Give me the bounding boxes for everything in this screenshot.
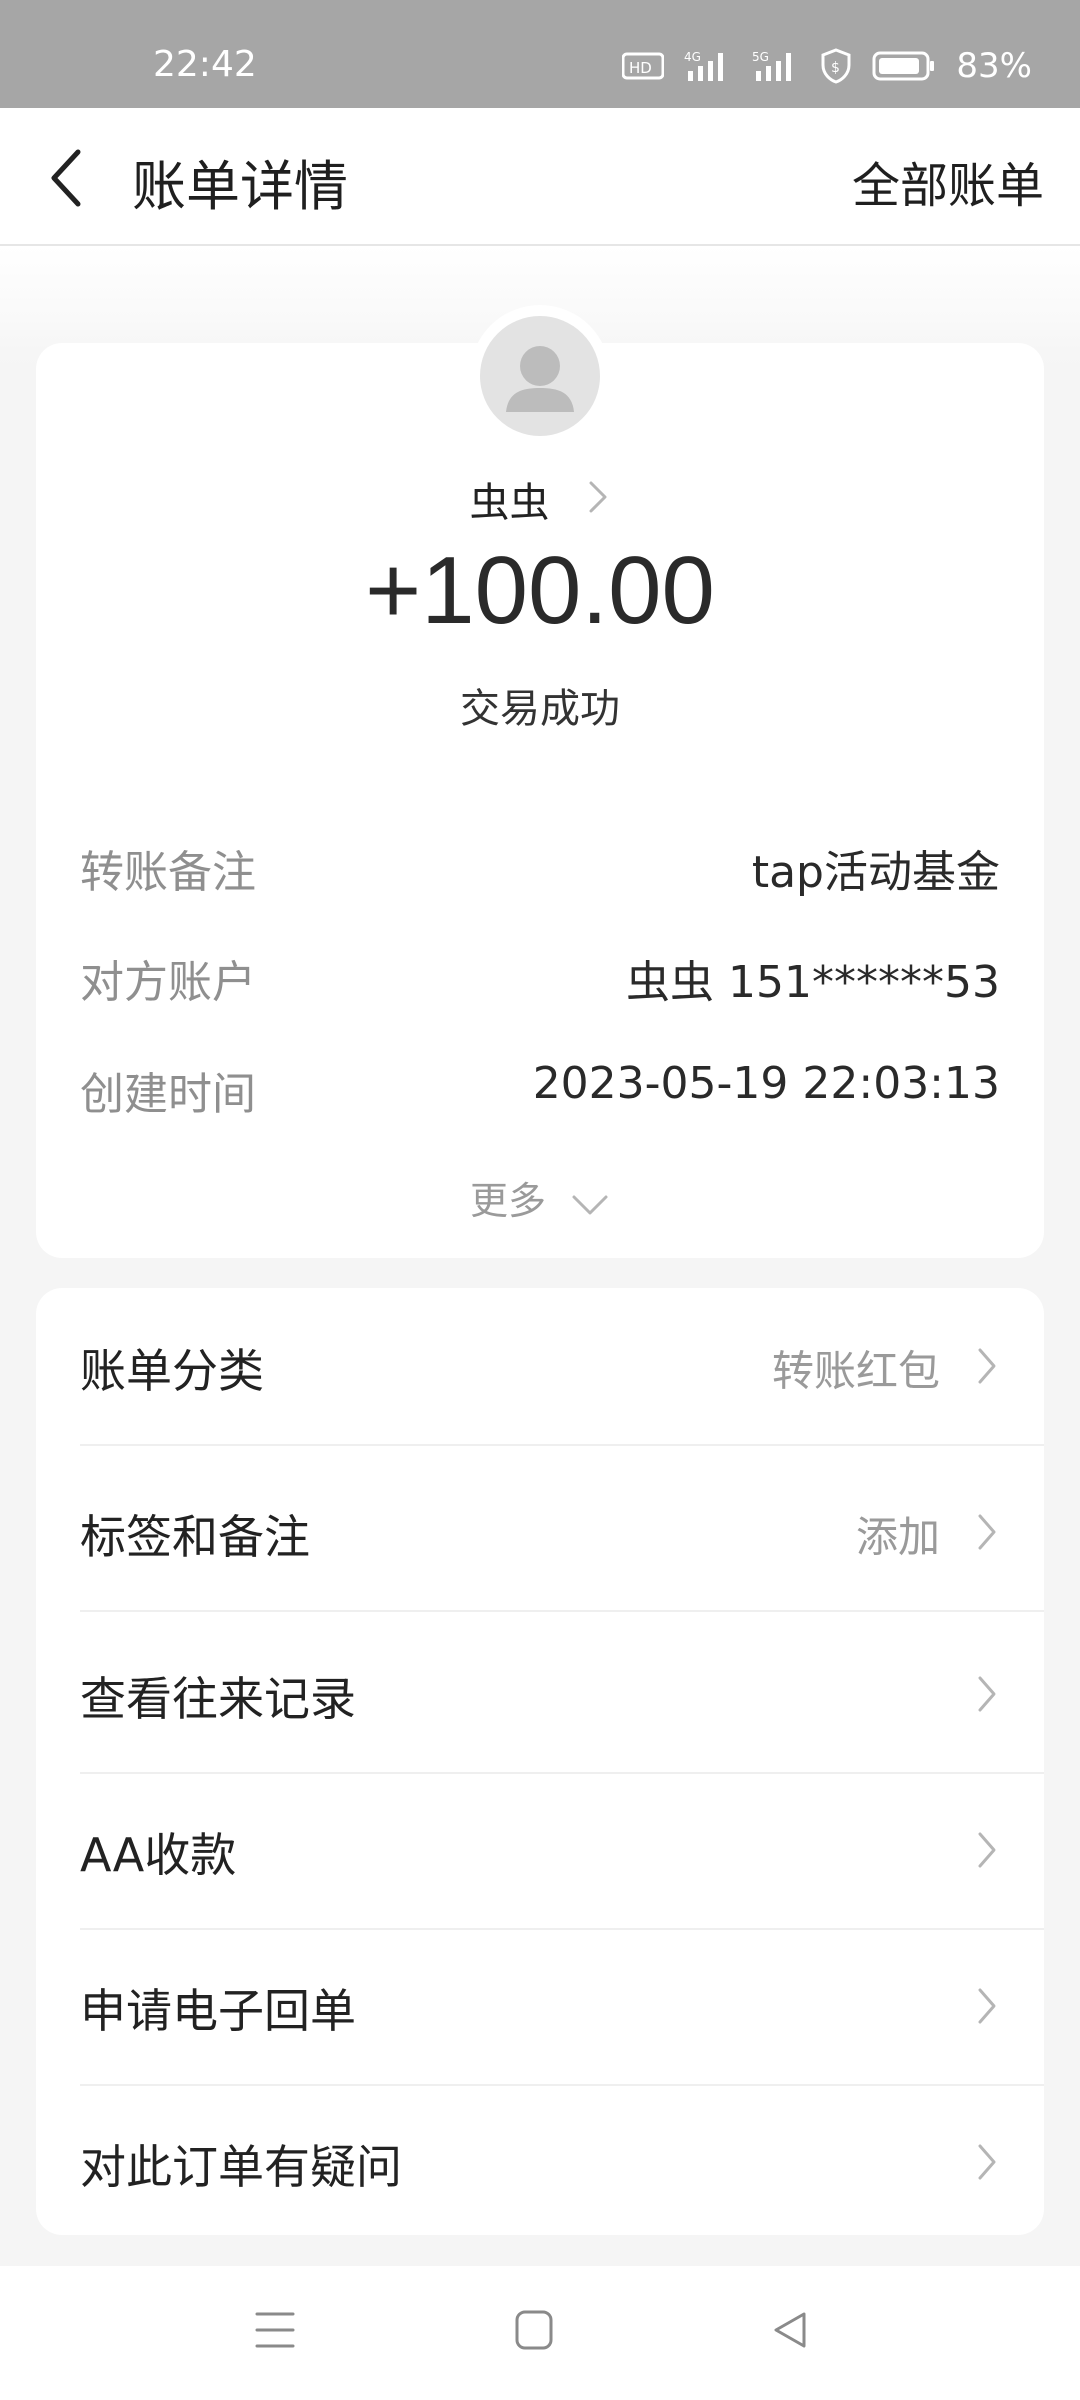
chevron-right-icon xyxy=(974,1672,1000,1720)
battery-percent: 83% xyxy=(956,46,1032,86)
detail-label: 转账备注 xyxy=(80,847,256,898)
detail-value: 虫虫 151******53 xyxy=(626,957,1000,1008)
divider xyxy=(80,1444,1044,1446)
detail-row-created-time: 创建时间 2023-05-19 22:03:13 xyxy=(80,1058,1000,1120)
menu-item-label: AA收款 xyxy=(80,1828,237,1882)
shield-icon: $ xyxy=(820,48,852,84)
status-time: 22:42 xyxy=(153,44,257,85)
menu-item-e-receipt[interactable]: 申请电子回单 xyxy=(36,1930,1044,2086)
divider xyxy=(80,1610,1044,1612)
menu-item-value: 添加 xyxy=(855,1512,940,1562)
detail-row-remark: 转账备注 tap活动基金 xyxy=(80,836,1000,898)
svg-text:5G: 5G xyxy=(752,50,769,64)
menu-item-label: 查看往来记录 xyxy=(80,1672,356,1726)
chevron-right-icon xyxy=(974,2140,1000,2188)
more-button[interactable]: 更多 xyxy=(0,1170,1080,1226)
avatar[interactable] xyxy=(480,316,600,436)
detail-row-account: 对方账户 虫虫 151******53 xyxy=(80,946,1000,1008)
home-icon[interactable] xyxy=(514,2308,554,2356)
all-bills-link[interactable]: 全部账单 xyxy=(852,146,1044,216)
menu-item-value: 转账红包 xyxy=(771,1346,940,1396)
menu-item-label: 账单分类 xyxy=(80,1344,264,1398)
more-label: 更多 xyxy=(469,1179,546,1223)
chevron-down-icon xyxy=(570,1182,610,1226)
5g-signal-icon: 5G xyxy=(752,49,800,83)
chevron-right-icon xyxy=(974,1984,1000,2032)
nav-bar: 账单详情 全部账单 xyxy=(0,108,1080,246)
detail-label: 对方账户 xyxy=(80,957,256,1008)
page-title: 账单详情 xyxy=(132,155,348,218)
back-arrow-icon xyxy=(51,149,81,207)
hd-icon: HD xyxy=(622,51,665,81)
detail-label: 创建时间 xyxy=(80,1069,256,1120)
menu-item-label: 标签和备注 xyxy=(80,1510,310,1564)
menu-item-order-question[interactable]: 对此订单有疑问 xyxy=(36,2086,1044,2242)
menu-item-aa-collect[interactable]: AA收款 xyxy=(36,1774,1044,1930)
menu-item-view-history[interactable]: 查看往来记录 xyxy=(36,1618,1044,1774)
transaction-amount: +100.00 xyxy=(365,537,715,644)
transaction-status: 交易成功 xyxy=(460,686,620,732)
counterparty-name: 虫虫 xyxy=(469,480,550,526)
status-icons: HD 4G 5G $ 83% xyxy=(622,46,1032,86)
menu-item-label: 申请电子回单 xyxy=(80,1984,356,2038)
menu-item-label: 对此订单有疑问 xyxy=(80,2140,402,2194)
system-nav-bar xyxy=(0,2266,1080,2400)
svg-text:$: $ xyxy=(831,60,840,76)
chevron-right-icon xyxy=(974,1344,1000,1392)
chevron-right-icon xyxy=(974,1510,1000,1558)
user-placeholder-icon xyxy=(506,346,574,412)
chevron-right-icon xyxy=(974,1828,1000,1876)
menu-icon[interactable] xyxy=(254,2308,296,2356)
chevron-right-icon xyxy=(585,477,611,521)
status-bar: 22:42 HD 4G 5G $ 83% xyxy=(0,0,1080,108)
detail-value: tap活动基金 xyxy=(751,847,1000,898)
svg-text:HD: HD xyxy=(629,59,652,77)
counterparty-row[interactable]: 虫虫 xyxy=(0,470,1080,528)
svg-text:4G: 4G xyxy=(684,50,701,64)
4g-signal-icon: 4G xyxy=(684,49,732,83)
battery-icon xyxy=(872,50,936,82)
back-button[interactable] xyxy=(40,138,110,218)
menu-item-bill-category[interactable]: 账单分类 转账红包 xyxy=(36,1290,1044,1446)
back-triangle-icon[interactable] xyxy=(770,2308,810,2356)
menu-item-tags-notes[interactable]: 标签和备注 添加 xyxy=(36,1456,1044,1612)
detail-value: 2023-05-19 22:03:13 xyxy=(532,1058,1000,1109)
